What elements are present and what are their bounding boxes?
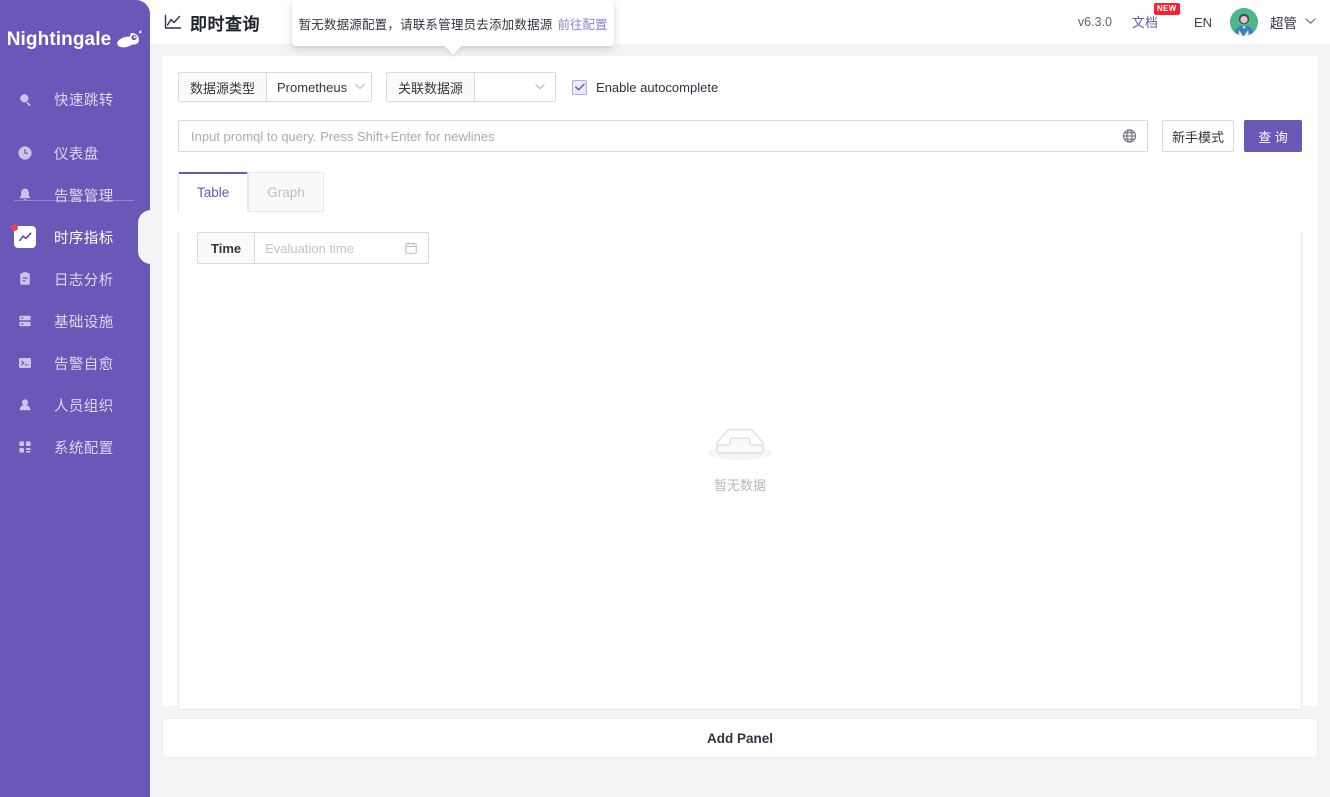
grid-settings-icon xyxy=(14,436,36,458)
result-panel: Time Evaluation time 暂无数据 xyxy=(178,232,1302,710)
sidebar-item-log-analysis[interactable]: 日志分析 xyxy=(0,258,150,300)
docs-link-wrap[interactable]: 文档 NEW xyxy=(1132,3,1180,32)
sidebar: Nightingale 快速跳转 仪表盘 告警管理 时序指标 日志分析 基础设施… xyxy=(0,0,151,797)
sidebar-item-label: 基础设施 xyxy=(54,314,114,331)
docs-link[interactable]: 文档 xyxy=(1132,15,1158,30)
sidebar-item-metrics[interactable]: 时序指标 xyxy=(0,210,151,264)
sidebar-item-infrastructure[interactable]: 基础设施 xyxy=(0,300,150,342)
sidebar-item-dashboard[interactable]: 仪表盘 xyxy=(0,132,150,174)
notification-dot xyxy=(11,224,18,231)
result-tabs: Table Graph xyxy=(178,172,1302,212)
query-card: 数据源类型 Prometheus 关联数据源 Enable autocomple… xyxy=(162,56,1318,710)
server-rack-icon xyxy=(14,310,36,332)
sidebar-item-self-healing[interactable]: 告警自愈 xyxy=(0,342,150,384)
sidebar-item-system-config[interactable]: 系统配置 xyxy=(0,426,150,468)
datasource-type-label: 数据源类型 xyxy=(178,72,267,102)
datasource-type-group: 数据源类型 Prometheus xyxy=(178,72,373,102)
hamburger-menu-icon[interactable] xyxy=(0,2,14,16)
tab-graph[interactable]: Graph xyxy=(248,172,324,212)
datasource-type-value: Prometheus xyxy=(277,79,348,95)
enable-autocomplete-label: Enable autocomplete xyxy=(596,79,719,95)
empty-state: 暂无数据 xyxy=(708,420,772,494)
calendar-icon[interactable] xyxy=(404,241,418,255)
chevron-down-icon xyxy=(355,81,365,93)
active-indicator-notch xyxy=(138,210,151,264)
brand[interactable]: Nightingale xyxy=(0,18,150,62)
check-icon xyxy=(572,79,588,95)
query-toolbar: 数据源类型 Prometheus 关联数据源 Enable autocomple… xyxy=(178,72,1302,102)
sidebar-item-label: 仪表盘 xyxy=(54,146,99,163)
brand-name: Nightingale xyxy=(6,29,112,50)
language-switcher[interactable]: EN xyxy=(1194,15,1212,30)
related-datasource-select[interactable] xyxy=(474,72,557,102)
user-icon xyxy=(14,394,36,416)
sidebar-item-label: 系统配置 xyxy=(54,440,114,457)
sidebar-nav-list: 仪表盘 告警管理 时序指标 日志分析 基础设施 告警自愈 人员组织 系统配置 xyxy=(0,132,151,468)
alarm-bell-icon xyxy=(14,184,36,206)
empty-state-text: 暂无数据 xyxy=(713,477,766,493)
avatar[interactable] xyxy=(1230,8,1258,36)
promql-placeholder: Input promql to query. Press Shift+Enter… xyxy=(191,128,495,144)
dashboard-icon xyxy=(14,142,36,164)
promql-input[interactable]: Input promql to query. Press Shift+Enter… xyxy=(178,120,1148,152)
tooltip-text: 暂无数据源配置，请联系管理员去添加数据源 xyxy=(298,17,553,32)
search-icon xyxy=(14,88,36,110)
query-submit-button[interactable]: 查 询 xyxy=(1244,120,1302,152)
related-datasource-label: 关联数据源 xyxy=(386,72,475,102)
datasource-type-select[interactable]: Prometheus xyxy=(266,72,373,102)
page-title: 即时查询 xyxy=(190,14,260,34)
page-title-group: 即时查询 xyxy=(164,10,260,35)
evaluation-time-placeholder: Evaluation time xyxy=(265,240,354,256)
sidebar-item-label: 告警自愈 xyxy=(54,356,114,373)
terminal-icon xyxy=(14,352,36,374)
time-label: Time xyxy=(197,232,255,264)
evaluation-time-group: Time Evaluation time xyxy=(197,232,429,264)
query-row: Input promql to query. Press Shift+Enter… xyxy=(178,120,1302,152)
sidebar-item-label: 快速跳转 xyxy=(54,92,114,109)
add-panel-button[interactable]: Add Panel xyxy=(162,718,1318,758)
tab-table[interactable]: Table xyxy=(178,172,249,212)
sidebar-item-organization[interactable]: 人员组织 xyxy=(0,384,150,426)
user-name[interactable]: 超管 xyxy=(1270,12,1297,32)
empty-box-icon xyxy=(708,420,772,466)
chevron-down-icon xyxy=(535,81,545,93)
related-datasource-group: 关联数据源 xyxy=(386,72,557,102)
version-label: v6.3.0 xyxy=(1077,15,1112,29)
header-right-group: v6.3.0 文档 NEW EN 超管 xyxy=(1077,3,1330,36)
sidebar-quick-jump-section: 快速跳转 xyxy=(0,78,150,201)
globe-icon[interactable] xyxy=(1122,129,1137,144)
no-datasource-tooltip: 暂无数据源配置，请联系管理员去添加数据源 前往配置 xyxy=(292,0,614,55)
tooltip-config-link[interactable]: 前往配置 xyxy=(558,14,608,33)
sidebar-item-label: 时序指标 xyxy=(54,230,114,247)
document-log-icon xyxy=(14,268,36,290)
sidebar-item-label: 日志分析 xyxy=(54,272,114,289)
nightingale-bird-logo xyxy=(117,29,143,51)
sidebar-item-label: 人员组织 xyxy=(54,398,114,415)
sidebar-item-quick-jump[interactable]: 快速跳转 xyxy=(0,78,150,120)
enable-autocomplete-checkbox[interactable]: Enable autocomplete xyxy=(572,79,719,95)
sidebar-item-alarm-management[interactable]: 告警管理 xyxy=(0,174,150,216)
beginner-mode-button[interactable]: 新手模式 xyxy=(1162,120,1234,152)
new-badge: NEW xyxy=(1153,3,1180,15)
main-content: 数据源类型 Prometheus 关联数据源 Enable autocomple… xyxy=(150,44,1330,797)
line-chart-icon xyxy=(164,13,182,31)
sidebar-item-label: 告警管理 xyxy=(54,188,114,205)
chevron-down-icon[interactable] xyxy=(1305,16,1316,28)
evaluation-time-input[interactable]: Evaluation time xyxy=(254,232,429,264)
